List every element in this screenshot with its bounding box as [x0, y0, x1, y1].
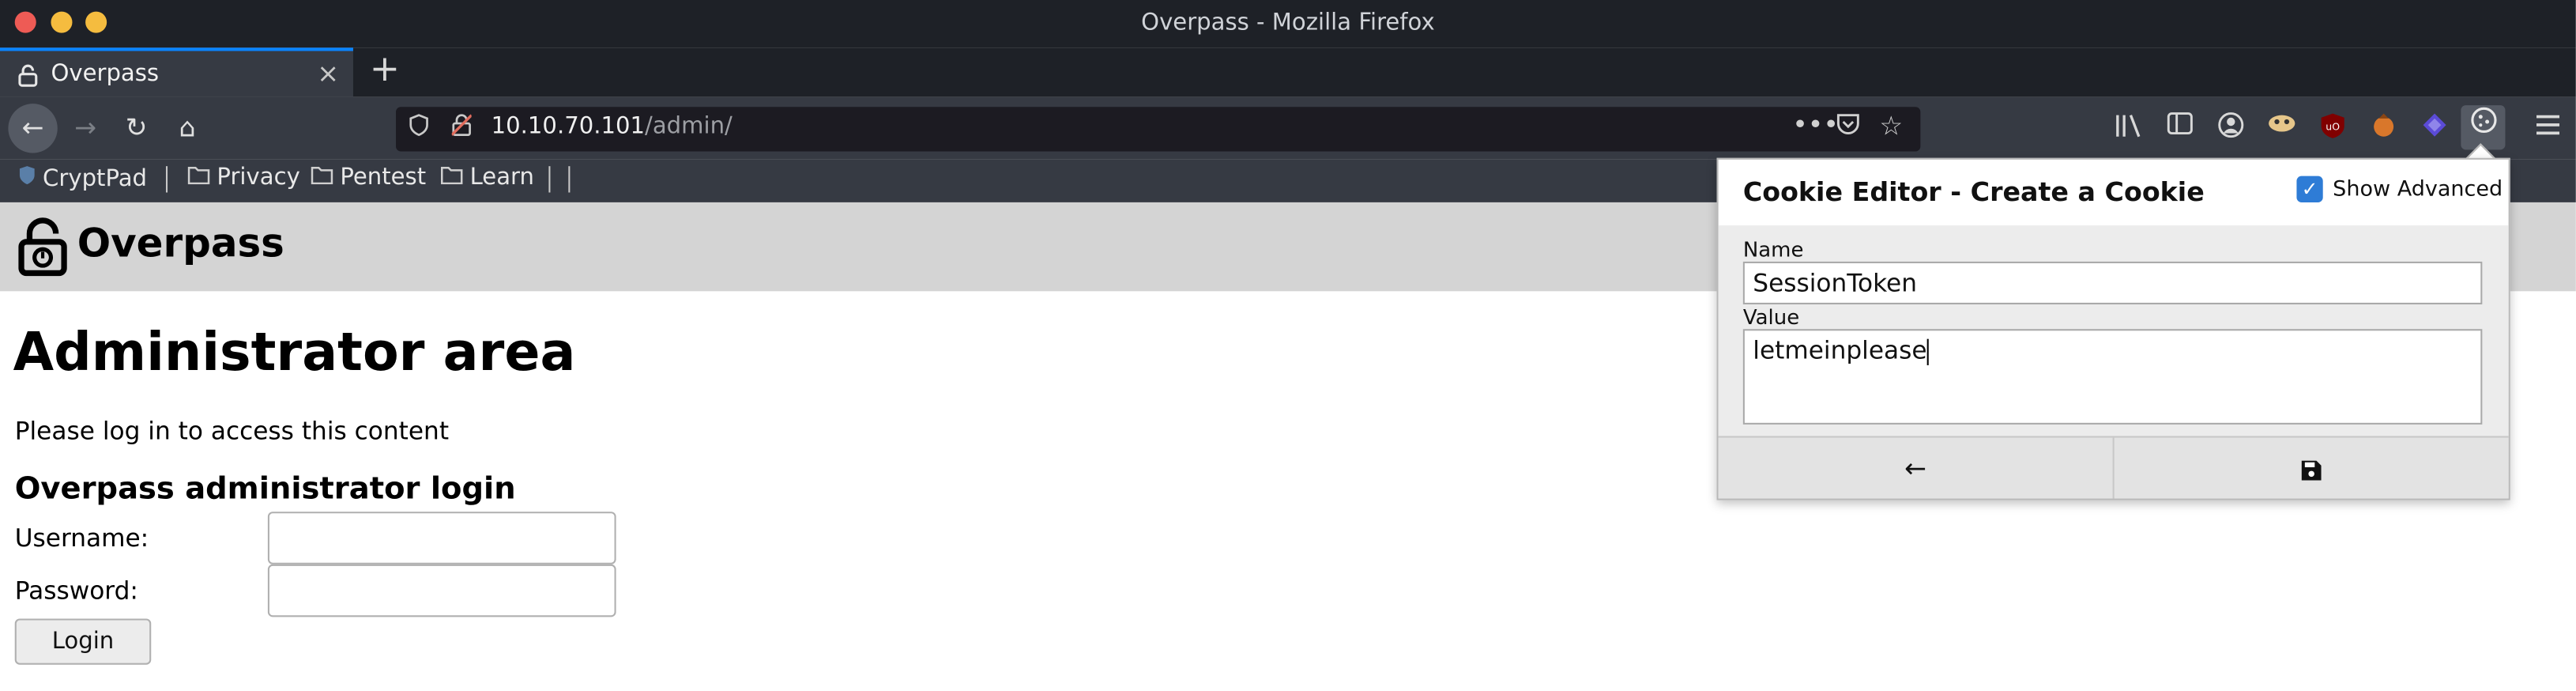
show-advanced-checkbox[interactable]: ✓: [2296, 176, 2323, 202]
extension-icon[interactable]: [2265, 112, 2299, 145]
password-input[interactable]: [267, 564, 616, 617]
cookie-name-input[interactable]: SessionToken: [1742, 261, 2483, 304]
intro-text: Please log in to access this content: [14, 416, 450, 446]
cookie-value-label: Value: [1742, 304, 1800, 330]
tab-title: Overpass: [51, 60, 160, 88]
extension-icon-2[interactable]: [2367, 112, 2401, 145]
bookmark-separator: [568, 166, 571, 193]
username-input[interactable]: [267, 512, 616, 565]
login-heading: Overpass administrator login: [14, 472, 516, 507]
cookie-form: Name SessionToken Value letmeinplease: [1718, 225, 2509, 436]
navigation-toolbar: ← → ↻ ⌂ 10.10.70.101/admin/ ••• ☆ uO: [0, 96, 2576, 160]
cookie-name-value: SessionToken: [1753, 268, 1918, 298]
cookie-value-textarea[interactable]: letmeinplease: [1742, 329, 2483, 425]
bookmark-privacy[interactable]: Privacy: [187, 164, 300, 191]
home-button[interactable]: ⌂: [163, 104, 212, 153]
insecure-lock-icon[interactable]: [450, 114, 473, 143]
page-actions-icon[interactable]: •••: [1792, 108, 1839, 140]
library-icon[interactable]: [2113, 112, 2146, 145]
extension-icon-3[interactable]: [2418, 112, 2451, 145]
back-arrow-icon: ←: [1904, 452, 1927, 484]
cookie-editor-footer: ←: [1718, 436, 2509, 499]
tab-overpass[interactable]: Overpass ×: [0, 47, 353, 97]
url-path: /admin/: [645, 113, 733, 140]
lock-icon: [18, 64, 38, 92]
cookie-value-text: letmeinplease: [1753, 335, 1927, 365]
pocket-icon[interactable]: [1836, 112, 1859, 142]
bookmark-label: Privacy: [217, 164, 300, 191]
folder-icon: [440, 166, 463, 189]
cookie-editor-title: Cookie Editor - Create a Cookie: [1742, 176, 2205, 208]
bookmark-star-icon[interactable]: ☆: [1879, 110, 1903, 142]
cookie-editor-icon[interactable]: [2461, 105, 2506, 150]
sidebar-icon[interactable]: [2164, 112, 2197, 145]
account-icon[interactable]: [2214, 112, 2247, 145]
back-arrow-button[interactable]: ←: [1719, 438, 2113, 499]
shield-icon: [18, 166, 36, 191]
menu-icon[interactable]: [2532, 112, 2565, 145]
bookmark-separator: [165, 166, 168, 193]
page-heading: Administrator area: [13, 320, 576, 383]
bookmark-label: CryptPad: [43, 166, 148, 193]
close-tab-icon[interactable]: ×: [317, 58, 339, 89]
reload-button[interactable]: ↻: [111, 104, 160, 153]
bookmark-label: Pentest: [340, 164, 427, 191]
url-text[interactable]: 10.10.70.101/admin/: [491, 114, 733, 140]
tracking-protection-icon[interactable]: [409, 114, 429, 143]
save-icon: [2301, 452, 2322, 484]
cookie-name-label: Name: [1742, 236, 1804, 262]
bookmark-learn[interactable]: Learn: [440, 164, 534, 191]
folder-icon: [187, 166, 210, 189]
bookmark-label: Learn: [469, 164, 534, 191]
padlock-logo-icon: [18, 217, 71, 277]
bookmark-pentest[interactable]: Pentest: [311, 164, 426, 191]
login-button[interactable]: Login: [14, 618, 152, 665]
text-caret: [1926, 338, 1929, 364]
url-host: 10.10.70.101: [491, 113, 646, 140]
forward-button[interactable]: →: [61, 104, 110, 153]
show-advanced-label[interactable]: Show Advanced: [2333, 178, 2503, 202]
folder-icon: [311, 166, 333, 189]
window-titlebar: Overpass - Mozilla Firefox: [0, 0, 2576, 48]
cookie-editor-popup: Cookie Editor - Create a Cookie ✓ Show A…: [1716, 157, 2510, 500]
ublock-icon[interactable]: uO: [2316, 112, 2349, 145]
url-bar[interactable]: 10.10.70.101/admin/ ••• ☆: [396, 107, 1921, 152]
site-name[interactable]: Overpass: [77, 221, 284, 266]
svg-text:uO: uO: [2326, 120, 2340, 132]
save-button[interactable]: [2115, 438, 2509, 499]
bookmark-separator: [548, 166, 551, 193]
bookmark-cryptpad[interactable]: CryptPad: [18, 164, 147, 192]
tab-strip: Overpass × +: [0, 47, 2576, 97]
password-label: Password:: [14, 576, 138, 606]
back-button[interactable]: ←: [8, 104, 58, 153]
window-title: Overpass - Mozilla Firefox: [1141, 9, 1435, 36]
new-tab-button[interactable]: +: [370, 49, 400, 90]
username-label: Username:: [14, 523, 149, 553]
